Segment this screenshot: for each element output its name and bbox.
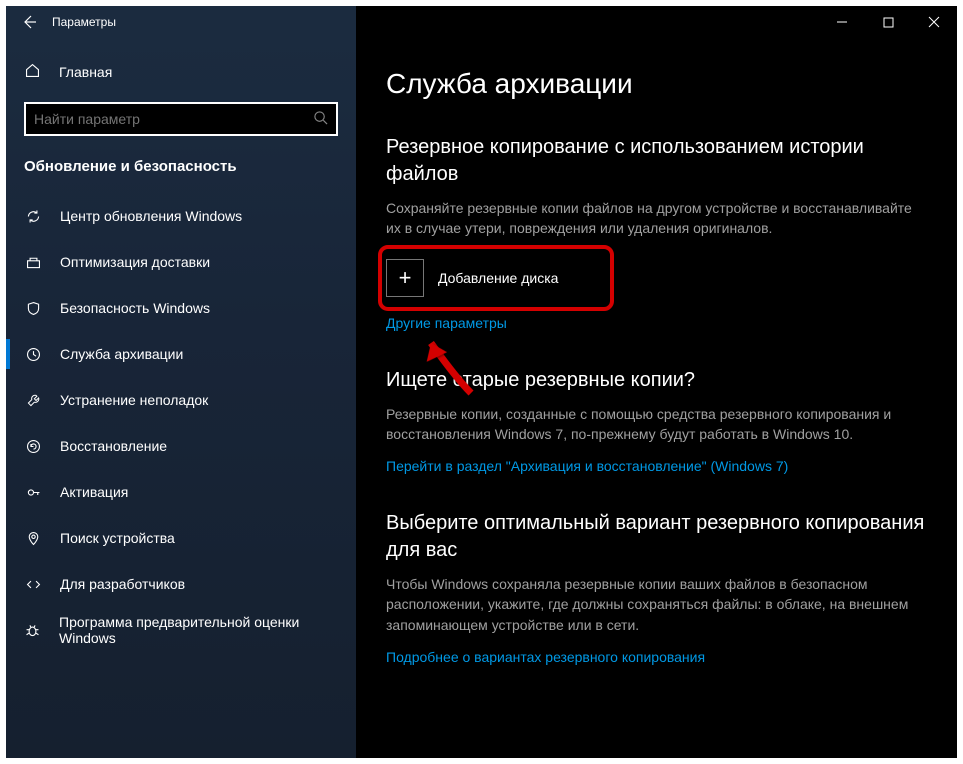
window-controls (819, 6, 957, 38)
sidebar-item-label: Активация (60, 484, 128, 500)
sidebar-item-insider[interactable]: Программа предварительной оценки Windows (6, 607, 356, 653)
old-backups-desc: Резервные копии, созданные с помощью сре… (386, 404, 927, 445)
key-icon (24, 484, 42, 501)
sidebar-item-label: Устранение неполадок (60, 392, 208, 408)
sidebar-item-backup[interactable]: Служба архивации (6, 331, 356, 377)
add-drive-button[interactable]: + Добавление диска (386, 253, 606, 303)
backup-icon (24, 346, 42, 363)
sidebar-item-label: Центр обновления Windows (60, 208, 242, 224)
sidebar-item-label: Восстановление (60, 438, 167, 454)
win7-backup-link[interactable]: Перейти в раздел "Архивация и восстановл… (386, 458, 788, 474)
sidebar-item-find-device[interactable]: Поиск устройства (6, 515, 356, 561)
arrow-left-icon (21, 14, 37, 30)
file-history-heading: Резервное копирование с использованием и… (386, 134, 927, 188)
close-button[interactable] (911, 6, 957, 38)
sidebar-item-label: Поиск устройства (60, 530, 175, 546)
window-title: Параметры (52, 15, 116, 29)
sidebar-home[interactable]: Главная (6, 52, 356, 92)
back-button[interactable] (6, 6, 52, 38)
code-icon (24, 576, 42, 593)
sync-icon (24, 208, 42, 225)
sidebar-item-label: Оптимизация доставки (60, 254, 210, 270)
sidebar-item-recovery[interactable]: Восстановление (6, 423, 356, 469)
search-input[interactable] (34, 111, 313, 127)
sidebar-nav: Центр обновления Windows Оптимизация дос… (6, 193, 356, 653)
sidebar-item-troubleshoot[interactable]: Устранение неполадок (6, 377, 356, 423)
sidebar-item-windows-security[interactable]: Безопасность Windows (6, 285, 356, 331)
sidebar-item-for-developers[interactable]: Для разработчиков (6, 561, 356, 607)
minimize-icon (836, 16, 848, 28)
backup-option-link[interactable]: Подробнее о вариантах резервного копиров… (386, 649, 705, 665)
file-history-desc: Сохраняйте резервные копии файлов на дру… (386, 198, 927, 239)
search-icon (313, 110, 328, 128)
close-icon (928, 16, 940, 28)
plus-icon: + (386, 259, 424, 297)
backup-option-section: Выберите оптимальный вариант резервного … (386, 510, 927, 665)
settings-window: Параметры Главная (6, 6, 957, 758)
sidebar-item-windows-update[interactable]: Центр обновления Windows (6, 193, 356, 239)
file-history-section: Резервное копирование с использованием и… (386, 134, 927, 331)
backup-option-desc: Чтобы Windows сохраняла резервные копии … (386, 574, 927, 635)
bug-icon (24, 622, 41, 639)
recovery-icon (24, 438, 42, 455)
old-backups-heading: Ищете старые резервные копии? (386, 367, 927, 394)
sidebar-item-label: Служба архивации (60, 346, 183, 362)
sidebar: Главная Обновление и безопасность Центр … (6, 38, 356, 758)
sidebar-item-delivery-opt[interactable]: Оптимизация доставки (6, 239, 356, 285)
titlebar: Параметры (6, 6, 957, 38)
add-drive-label: Добавление диска (438, 270, 558, 286)
delivery-icon (24, 254, 42, 271)
sidebar-item-label: Безопасность Windows (60, 300, 210, 316)
sidebar-home-label: Главная (59, 64, 112, 80)
maximize-icon (883, 17, 894, 28)
minimize-button[interactable] (819, 6, 865, 38)
sidebar-item-label: Программа предварительной оценки Windows (59, 614, 338, 646)
page-title: Служба архивации (386, 68, 927, 100)
add-drive-callout: + Добавление диска (386, 253, 606, 303)
wrench-icon (24, 392, 42, 409)
body: Главная Обновление и безопасность Центр … (6, 38, 957, 758)
sidebar-section-title: Обновление и безопасность (6, 148, 356, 193)
maximize-button[interactable] (865, 6, 911, 38)
home-icon (24, 62, 41, 82)
location-icon (24, 530, 42, 547)
shield-icon (24, 300, 42, 317)
search-box[interactable] (24, 102, 338, 136)
backup-option-heading: Выберите оптимальный вариант резервного … (386, 510, 927, 564)
content-pane: Служба архивации Резервное копирование с… (356, 38, 957, 758)
old-backups-section: Ищете старые резервные копии? Резервные … (386, 367, 927, 475)
sidebar-item-activation[interactable]: Активация (6, 469, 356, 515)
sidebar-item-label: Для разработчиков (60, 576, 185, 592)
more-options-link[interactable]: Другие параметры (386, 315, 507, 331)
